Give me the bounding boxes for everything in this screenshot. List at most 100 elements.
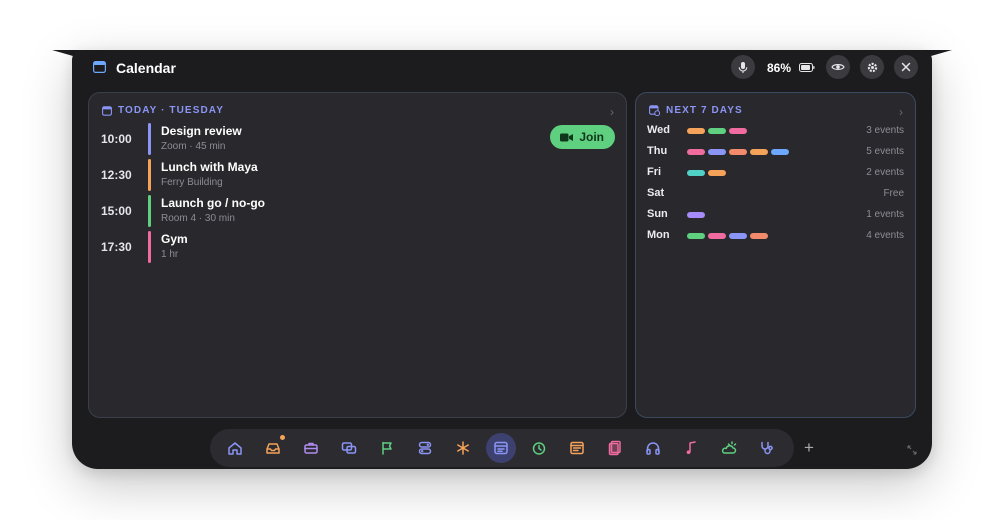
settings-button[interactable] xyxy=(860,55,884,79)
event-row[interactable]: 15:00 Launch go / no-go Room 4 · 30 min xyxy=(89,195,626,227)
dock-item-inbox[interactable] xyxy=(258,433,288,463)
dock-item-flag[interactable] xyxy=(372,433,402,463)
day-name: Mon xyxy=(647,229,670,241)
calendar-window: Calendar 86% TODAY · TUESDAY › 10:00 Des… xyxy=(72,50,932,469)
event-row[interactable]: 10:00 Design review Zoom · 45 min xyxy=(89,123,626,155)
dock-item-briefcase[interactable] xyxy=(296,433,326,463)
calendar-clock-icon xyxy=(649,105,660,116)
event-row[interactable]: 12:30 Lunch with Maya Ferry Building xyxy=(89,159,626,191)
event-subtitle: 1 hr xyxy=(161,249,179,260)
chat-icon xyxy=(341,442,357,454)
briefcase-icon xyxy=(304,442,318,454)
event-title: Design review xyxy=(161,124,242,138)
event-time: 15:00 xyxy=(101,204,132,218)
window-title: Calendar xyxy=(116,60,176,76)
event-pill xyxy=(708,233,726,239)
today-header: TODAY · TUESDAY xyxy=(102,105,224,116)
close-icon xyxy=(901,62,911,72)
gear-icon xyxy=(867,62,877,72)
event-count: 2 events xyxy=(866,167,904,178)
title-bar: Calendar 86% xyxy=(72,50,932,86)
dock-item-toggles[interactable] xyxy=(410,433,440,463)
event-count: 4 events xyxy=(866,230,904,241)
dock-item-stethoscope[interactable] xyxy=(752,433,782,463)
battery-percent: 86% xyxy=(767,61,792,75)
day-name: Thu xyxy=(647,145,668,157)
cards-icon xyxy=(608,440,621,456)
chevron-right-icon[interactable]: › xyxy=(610,105,614,119)
join-label: Join xyxy=(579,130,604,144)
app-dock xyxy=(210,429,794,467)
dock-item-notes[interactable] xyxy=(562,433,592,463)
day-row[interactable]: Sat Free xyxy=(636,186,915,202)
event-pills xyxy=(687,233,768,239)
event-subtitle: Ferry Building xyxy=(161,177,223,188)
dock-item-calendar[interactable] xyxy=(486,433,516,463)
dock-item-weather[interactable] xyxy=(714,433,744,463)
join-call-button[interactable]: Join xyxy=(550,125,615,149)
day-row[interactable]: Wed 3 events xyxy=(636,123,915,139)
day-name: Wed xyxy=(647,124,671,136)
day-row[interactable]: Sun 1 events xyxy=(636,207,915,223)
event-time: 12:30 xyxy=(101,168,132,182)
event-color-bar xyxy=(148,123,151,155)
event-title: Gym xyxy=(161,232,188,246)
event-pill xyxy=(729,233,747,239)
toggles-icon xyxy=(418,441,432,455)
event-time: 17:30 xyxy=(101,240,132,254)
event-title: Lunch with Maya xyxy=(161,160,258,174)
day-row[interactable]: Thu 5 events xyxy=(636,144,915,160)
today-card[interactable]: TODAY · TUESDAY › 10:00 Design review Zo… xyxy=(88,92,627,418)
inbox-icon xyxy=(266,443,280,454)
event-pill xyxy=(708,149,726,155)
event-pills xyxy=(687,149,789,155)
event-subtitle: Zoom · 45 min xyxy=(161,141,226,152)
visibility-button[interactable] xyxy=(826,55,850,79)
event-pill xyxy=(687,233,705,239)
battery-icon xyxy=(799,63,815,72)
event-pill xyxy=(708,170,726,176)
day-name: Fri xyxy=(647,166,662,178)
calendar-icon xyxy=(494,441,508,455)
weather-icon xyxy=(721,441,737,454)
close-button[interactable] xyxy=(894,55,918,79)
event-pill xyxy=(687,149,705,155)
microphone-button[interactable] xyxy=(731,55,755,79)
dock-item-chat[interactable] xyxy=(334,433,364,463)
headphones-icon xyxy=(646,442,660,455)
add-app-button[interactable]: + xyxy=(804,438,814,458)
event-count: 5 events xyxy=(866,146,904,157)
music-note-icon xyxy=(686,441,696,454)
dock-item-music-note[interactable] xyxy=(676,433,706,463)
event-title: Launch go / no-go xyxy=(161,196,265,210)
microphone-icon xyxy=(738,61,748,73)
event-row[interactable]: 17:30 Gym 1 hr xyxy=(89,231,626,263)
event-pill xyxy=(729,149,747,155)
day-row[interactable]: Fri 2 events xyxy=(636,165,915,181)
flag-icon xyxy=(382,441,392,455)
eye-icon xyxy=(831,64,845,70)
home-icon xyxy=(228,442,242,455)
next-7-days-card[interactable]: NEXT 7 DAYS › Wed 3 events Thu 5 events Fri 2… xyxy=(635,92,916,418)
day-name: Sun xyxy=(647,208,668,220)
dock-item-timer[interactable] xyxy=(524,433,554,463)
event-subtitle: Room 4 · 30 min xyxy=(161,213,235,224)
dock-item-asterisk[interactable] xyxy=(448,433,478,463)
event-pills xyxy=(687,170,726,176)
calendar-icon xyxy=(102,105,112,116)
event-pill xyxy=(750,149,768,155)
dock-item-home[interactable] xyxy=(220,433,250,463)
dock-item-cards[interactable] xyxy=(600,433,630,463)
chevron-right-icon[interactable]: › xyxy=(899,105,903,119)
event-pill xyxy=(687,128,705,134)
notes-icon xyxy=(570,441,584,455)
asterisk-icon xyxy=(457,441,469,455)
today-header-label: TODAY · TUESDAY xyxy=(118,105,224,116)
video-camera-icon xyxy=(560,133,574,141)
day-row[interactable]: Mon 4 events xyxy=(636,228,915,244)
event-time: 10:00 xyxy=(101,132,132,146)
event-color-bar xyxy=(148,231,151,263)
week-header: NEXT 7 DAYS xyxy=(649,105,743,116)
dock-item-headphones[interactable] xyxy=(638,433,668,463)
resize-icon[interactable] xyxy=(907,445,917,455)
